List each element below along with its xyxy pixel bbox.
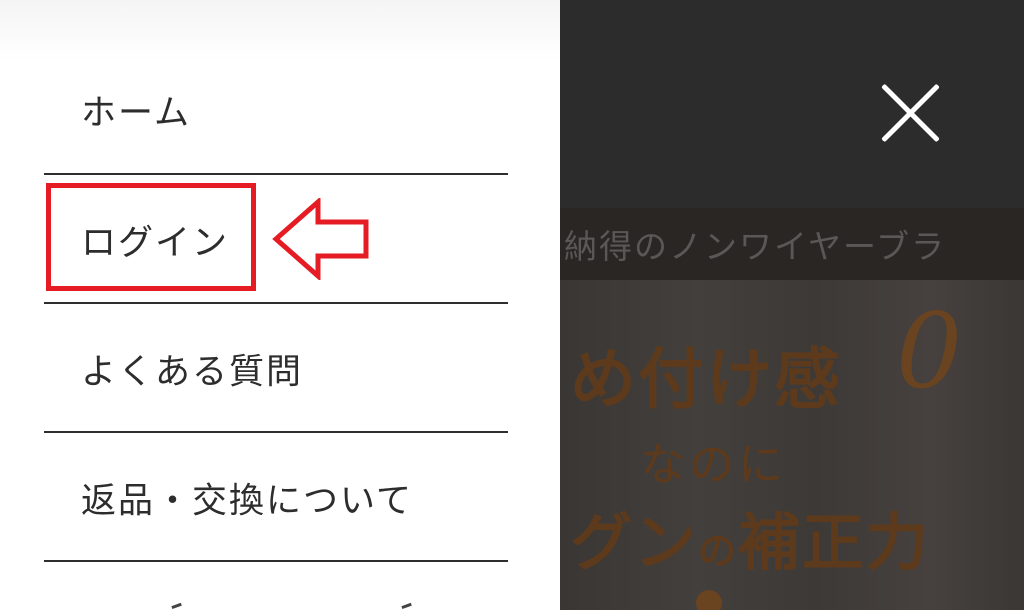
menu-item-label: よくある質問 <box>81 352 304 393</box>
close-icon[interactable] <box>878 80 944 146</box>
menu-divider <box>44 302 508 304</box>
hero-headline-1: め付け感 <box>570 340 842 418</box>
menu-item-next-partial[interactable] <box>44 598 508 610</box>
menu-item-label: ホーム <box>81 93 191 134</box>
menu-divider <box>44 431 508 433</box>
hero-section: め付け感 0 なのに グンの補正力 <box>558 280 1024 610</box>
hero-headline-3-prefix: グン <box>570 506 699 579</box>
hero-headline-3-suffix: 補正力 <box>738 506 931 579</box>
menu-item-returns[interactable]: 返品・交換について <box>44 434 508 562</box>
menu-item-home[interactable]: ホーム <box>44 46 508 174</box>
banner-text: 納得のノンワイヤーブラ <box>564 227 947 266</box>
promo-banner: 納得のノンワイヤーブラ <box>558 208 1024 280</box>
menu-item-faq[interactable]: よくある質問 <box>44 305 508 433</box>
hero-headline-3-particle: の <box>698 529 739 573</box>
hero-zero: 0 <box>896 290 963 412</box>
screen: ホーム ログイン よくある質問 返品・交換について 納得のノンワイヤーブラ め付… <box>0 0 1024 610</box>
hero-headline-2: なのに <box>640 438 788 491</box>
hero-headline-3: グンの補正力 <box>570 492 930 582</box>
menu-item-label: 返品・交換について <box>81 481 413 522</box>
hero-decoration <box>696 590 722 610</box>
nav-drawer: ホーム ログイン よくある質問 返品・交換について <box>0 0 560 610</box>
left-arrow-outline-icon <box>272 198 369 280</box>
menu-divider <box>44 173 508 175</box>
menu-divider <box>44 560 508 562</box>
login-highlight-box <box>46 183 256 291</box>
page-overlay[interactable]: 納得のノンワイヤーブラ め付け感 0 なのに グンの補正力 <box>558 0 1024 610</box>
